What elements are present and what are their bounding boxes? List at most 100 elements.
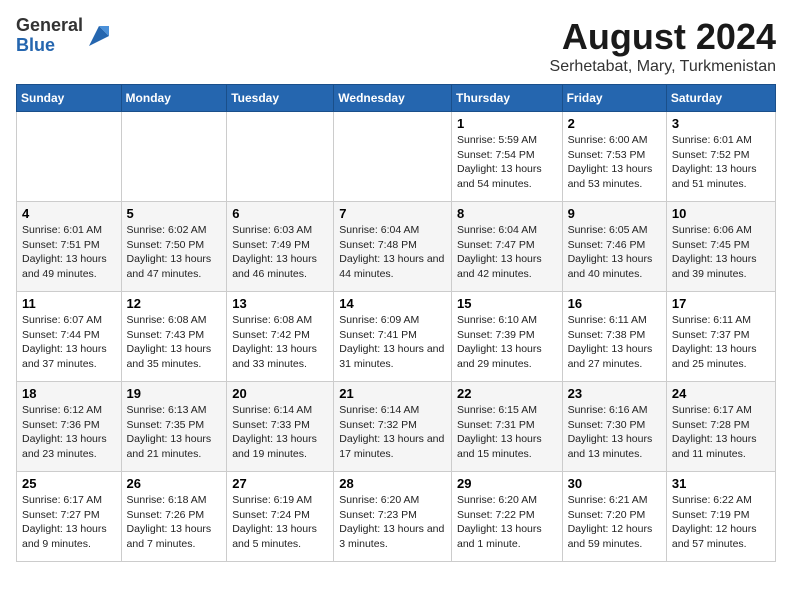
day-info: Sunrise: 6:13 AM Sunset: 7:35 PM Dayligh…	[127, 403, 222, 462]
calendar-cell: 4 Sunrise: 6:01 AM Sunset: 7:51 PM Daylig…	[17, 202, 122, 292]
day-number: 22	[457, 386, 557, 401]
header-sunday: Sunday	[17, 85, 122, 112]
day-info: Sunrise: 6:06 AM Sunset: 7:45 PM Dayligh…	[672, 223, 770, 282]
day-info: Sunrise: 6:14 AM Sunset: 7:32 PM Dayligh…	[339, 403, 446, 462]
day-number: 1	[457, 116, 557, 131]
calendar-cell: 29Sunrise: 6:20 AM Sunset: 7:22 PM Dayli…	[451, 472, 562, 562]
week-row-4: 18Sunrise: 6:12 AM Sunset: 7:36 PM Dayli…	[17, 382, 776, 472]
day-info: Sunrise: 6:05 AM Sunset: 7:46 PM Dayligh…	[568, 223, 661, 282]
day-info: Sunrise: 6:03 AM Sunset: 7:49 PM Dayligh…	[232, 223, 328, 282]
calendar-cell: 28 Sunrise: 6:20 AM Sunset: 7:23 PM Dayli…	[334, 472, 452, 562]
day-number: 15	[457, 296, 557, 311]
day-info: Sunrise: 6:11 AM Sunset: 7:37 PM Dayligh…	[672, 313, 770, 372]
calendar-cell: 14 Sunrise: 6:09 AM Sunset: 7:41 PM Dayli…	[334, 292, 452, 382]
calendar-cell: 19 Sunrise: 6:13 AM Sunset: 7:35 PM Dayli…	[121, 382, 227, 472]
calendar-table: SundayMondayTuesdayWednesdayThursdayFrid…	[16, 84, 776, 562]
calendar-cell: 31Sunrise: 6:22 AM Sunset: 7:19 PM Dayli…	[666, 472, 775, 562]
day-number: 23	[568, 386, 661, 401]
calendar-cell: 18Sunrise: 6:12 AM Sunset: 7:36 PM Dayli…	[17, 382, 122, 472]
day-info: Sunrise: 6:18 AM Sunset: 7:26 PM Dayligh…	[127, 493, 222, 552]
day-number: 17	[672, 296, 770, 311]
day-number: 25	[22, 476, 116, 491]
day-number: 4	[22, 206, 116, 221]
main-title: August 2024	[550, 16, 776, 58]
day-info: Sunrise: 6:02 AM Sunset: 7:50 PM Dayligh…	[127, 223, 222, 282]
page-header: General Blue August 2024 Serhetabat, Mar…	[16, 16, 776, 76]
day-info: Sunrise: 6:04 AM Sunset: 7:48 PM Dayligh…	[339, 223, 446, 282]
day-number: 6	[232, 206, 328, 221]
subtitle: Serhetabat, Mary, Turkmenistan	[550, 58, 776, 76]
day-number: 11	[22, 296, 116, 311]
calendar-cell: 3 Sunrise: 6:01 AM Sunset: 7:52 PM Daylig…	[666, 112, 775, 202]
calendar-cell: 2Sunrise: 6:00 AM Sunset: 7:53 PM Daylig…	[562, 112, 666, 202]
logo-icon	[85, 22, 113, 50]
day-number: 9	[568, 206, 661, 221]
day-number: 2	[568, 116, 661, 131]
calendar-cell: 5 Sunrise: 6:02 AM Sunset: 7:50 PM Daylig…	[121, 202, 227, 292]
calendar-cell: 12Sunrise: 6:08 AM Sunset: 7:43 PM Dayli…	[121, 292, 227, 382]
day-number: 20	[232, 386, 328, 401]
header-tuesday: Tuesday	[227, 85, 334, 112]
logo-general: General	[16, 15, 83, 35]
day-info: Sunrise: 6:01 AM Sunset: 7:51 PM Dayligh…	[22, 223, 116, 282]
calendar-cell	[334, 112, 452, 202]
day-number: 3	[672, 116, 770, 131]
day-info: Sunrise: 6:20 AM Sunset: 7:22 PM Dayligh…	[457, 493, 557, 552]
day-number: 5	[127, 206, 222, 221]
calendar-cell: 1Sunrise: 5:59 AM Sunset: 7:54 PM Daylig…	[451, 112, 562, 202]
day-info: Sunrise: 6:21 AM Sunset: 7:20 PM Dayligh…	[568, 493, 661, 552]
day-info: Sunrise: 6:16 AM Sunset: 7:30 PM Dayligh…	[568, 403, 661, 462]
day-number: 28	[339, 476, 446, 491]
header-friday: Friday	[562, 85, 666, 112]
header-thursday: Thursday	[451, 85, 562, 112]
calendar-cell: 13 Sunrise: 6:08 AM Sunset: 7:42 PM Dayli…	[227, 292, 334, 382]
week-row-2: 4 Sunrise: 6:01 AM Sunset: 7:51 PM Daylig…	[17, 202, 776, 292]
calendar-cell: 16Sunrise: 6:11 AM Sunset: 7:38 PM Dayli…	[562, 292, 666, 382]
calendar-cell: 8 Sunrise: 6:04 AM Sunset: 7:47 PM Daylig…	[451, 202, 562, 292]
calendar-cell: 11 Sunrise: 6:07 AM Sunset: 7:44 PM Dayli…	[17, 292, 122, 382]
calendar-cell: 7 Sunrise: 6:04 AM Sunset: 7:48 PM Daylig…	[334, 202, 452, 292]
title-block: August 2024 Serhetabat, Mary, Turkmenist…	[550, 16, 776, 76]
day-number: 19	[127, 386, 222, 401]
day-info: Sunrise: 6:08 AM Sunset: 7:42 PM Dayligh…	[232, 313, 328, 372]
day-info: Sunrise: 6:17 AM Sunset: 7:27 PM Dayligh…	[22, 493, 116, 552]
day-number: 16	[568, 296, 661, 311]
day-number: 8	[457, 206, 557, 221]
day-number: 14	[339, 296, 446, 311]
day-number: 31	[672, 476, 770, 491]
day-info: Sunrise: 6:04 AM Sunset: 7:47 PM Dayligh…	[457, 223, 557, 282]
day-info: Sunrise: 6:01 AM Sunset: 7:52 PM Dayligh…	[672, 133, 770, 192]
day-info: Sunrise: 6:20 AM Sunset: 7:23 PM Dayligh…	[339, 493, 446, 552]
calendar-cell: 24Sunrise: 6:17 AM Sunset: 7:28 PM Dayli…	[666, 382, 775, 472]
calendar-cell: 17 Sunrise: 6:11 AM Sunset: 7:37 PM Dayli…	[666, 292, 775, 382]
calendar-cell: 10 Sunrise: 6:06 AM Sunset: 7:45 PM Dayli…	[666, 202, 775, 292]
calendar-cell: 21Sunrise: 6:14 AM Sunset: 7:32 PM Dayli…	[334, 382, 452, 472]
day-number: 18	[22, 386, 116, 401]
header-saturday: Saturday	[666, 85, 775, 112]
day-info: Sunrise: 6:07 AM Sunset: 7:44 PM Dayligh…	[22, 313, 116, 372]
day-number: 24	[672, 386, 770, 401]
calendar-cell	[227, 112, 334, 202]
calendar-cell: 25 Sunrise: 6:17 AM Sunset: 7:27 PM Dayli…	[17, 472, 122, 562]
day-info: Sunrise: 6:14 AM Sunset: 7:33 PM Dayligh…	[232, 403, 328, 462]
day-number: 12	[127, 296, 222, 311]
calendar-cell: 6 Sunrise: 6:03 AM Sunset: 7:49 PM Daylig…	[227, 202, 334, 292]
calendar-cell: 30 Sunrise: 6:21 AM Sunset: 7:20 PM Dayli…	[562, 472, 666, 562]
day-number: 13	[232, 296, 328, 311]
calendar-cell: 27Sunrise: 6:19 AM Sunset: 7:24 PM Dayli…	[227, 472, 334, 562]
week-row-3: 11 Sunrise: 6:07 AM Sunset: 7:44 PM Dayli…	[17, 292, 776, 382]
logo: General Blue	[16, 16, 113, 56]
day-number: 30	[568, 476, 661, 491]
day-number: 7	[339, 206, 446, 221]
day-info: Sunrise: 6:15 AM Sunset: 7:31 PM Dayligh…	[457, 403, 557, 462]
logo-blue: Blue	[16, 35, 55, 55]
calendar-cell: 23 Sunrise: 6:16 AM Sunset: 7:30 PM Dayli…	[562, 382, 666, 472]
day-number: 27	[232, 476, 328, 491]
week-row-1: 1Sunrise: 5:59 AM Sunset: 7:54 PM Daylig…	[17, 112, 776, 202]
day-number: 26	[127, 476, 222, 491]
day-number: 10	[672, 206, 770, 221]
calendar-cell	[17, 112, 122, 202]
calendar-cell: 20 Sunrise: 6:14 AM Sunset: 7:33 PM Dayli…	[227, 382, 334, 472]
day-info: Sunrise: 6:09 AM Sunset: 7:41 PM Dayligh…	[339, 313, 446, 372]
header-wednesday: Wednesday	[334, 85, 452, 112]
